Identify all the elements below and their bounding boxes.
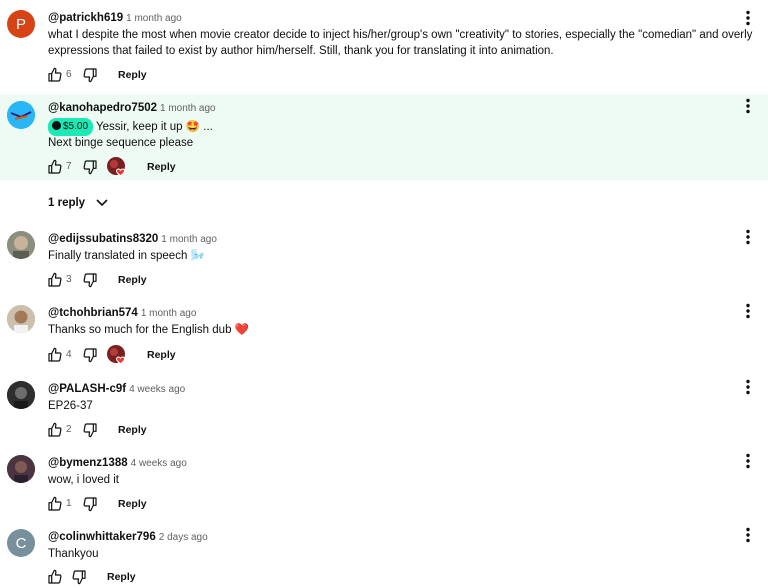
comment-author[interactable]: @PALASH-c9f (48, 383, 126, 395)
comment-text: Thanks so much for the English dub ❤️ (48, 324, 249, 336)
comment-header: @kanohapedro7502 1 month ago (48, 102, 216, 114)
more-options-icon[interactable] (743, 527, 753, 543)
comment-header: @patrickh619 1 month ago (48, 12, 182, 24)
comment-header: @PALASH-c9f 4 weeks ago (48, 383, 185, 395)
avatar[interactable] (7, 101, 35, 129)
like-icon[interactable] (47, 67, 63, 83)
reply-button[interactable]: Reply (147, 349, 176, 361)
comment-actions: 7 Reply (47, 159, 347, 175)
comment-thread: @edijssubatins8320 1 month ago Finally tr… (0, 228, 768, 298)
like-count: 4 (66, 349, 72, 360)
like-icon[interactable] (47, 422, 63, 438)
reply-button[interactable]: Reply (118, 69, 147, 81)
dislike-icon[interactable] (82, 422, 98, 438)
like-count: 7 (66, 161, 72, 172)
like-count: 1 (66, 498, 72, 509)
comment-thread-highlighted: @kanohapedro7502 1 month ago $5.00 Yessir,… (0, 94, 768, 180)
reply-button[interactable]: Reply (147, 161, 176, 173)
avatar[interactable] (7, 305, 35, 333)
like-icon[interactable] (47, 159, 63, 175)
avatar[interactable] (7, 455, 35, 483)
like-count: 3 (66, 274, 72, 285)
comment-author[interactable]: @colinwhittaker796 (48, 531, 156, 543)
more-options-icon[interactable] (743, 229, 753, 245)
creator-heart-icon (107, 345, 127, 365)
comment-actions: Reply (47, 569, 347, 585)
comment-actions: 6 Reply (47, 67, 347, 83)
more-options-icon[interactable] (743, 98, 753, 114)
comment-actions: 3 Reply (47, 272, 347, 288)
dislike-icon[interactable] (82, 272, 98, 288)
super-thanks-text: Yessir, keep it up 🤩 ... (96, 121, 213, 133)
comment-text: EP26-37 (48, 400, 93, 412)
comment-author[interactable]: @kanohapedro7502 (48, 102, 157, 114)
like-icon[interactable] (47, 347, 63, 363)
avatar-image (7, 305, 35, 333)
dislike-icon[interactable] (82, 496, 98, 512)
comment-text: wow, i loved it (48, 474, 119, 486)
reply-button[interactable]: Reply (118, 498, 147, 510)
like-count: 2 (66, 424, 72, 435)
comment-timestamp[interactable]: 1 month ago (126, 13, 182, 24)
super-thanks-icon (52, 121, 61, 130)
comment-header: @edijssubatins8320 1 month ago (48, 233, 217, 245)
comment-thread: C @colinwhittaker796 2 days ago Thankyou … (0, 526, 768, 588)
comment-text: $5.00 Yessir, keep it up 🤩 ... Next binge… (48, 118, 213, 151)
super-thanks-badge: $5.00 (48, 118, 94, 136)
like-icon[interactable] (47, 272, 63, 288)
like-icon[interactable] (47, 569, 63, 585)
view-replies-button[interactable]: 1 reply (48, 197, 109, 209)
comment-timestamp[interactable]: 4 weeks ago (129, 384, 185, 395)
comment-thread: @bymenz1388 4 weeks ago wow, i loved it 1… (0, 452, 768, 522)
comment-timestamp[interactable]: 1 month ago (160, 103, 216, 114)
more-options-icon[interactable] (743, 10, 753, 26)
comment-header: @bymenz1388 4 weeks ago (48, 457, 187, 469)
comment-thread: P @patrickh619 1 month ago what I despite… (0, 0, 768, 90)
comment-text: Thankyou (48, 548, 99, 560)
creator-heart-icon (107, 157, 127, 177)
comment-header: @tchohbrian574 1 month ago (48, 307, 196, 319)
comment-thread: @PALASH-c9f 4 weeks ago EP26-37 2 Reply (0, 378, 768, 448)
comment-timestamp[interactable]: 1 month ago (141, 308, 197, 319)
avatar-image (7, 455, 35, 483)
dislike-icon[interactable] (71, 569, 87, 585)
reply-button[interactable]: Reply (118, 274, 147, 286)
comment-author[interactable]: @bymenz1388 (48, 457, 128, 469)
avatar-image (7, 381, 35, 409)
comment-actions: 4 Reply (47, 347, 347, 363)
dislike-icon[interactable] (82, 67, 98, 83)
comment-actions: 2 Reply (47, 422, 347, 438)
comment-author[interactable]: @tchohbrian574 (48, 307, 138, 319)
avatar[interactable]: C (7, 529, 35, 557)
comment-header: @colinwhittaker796 2 days ago (48, 531, 208, 543)
reply-button[interactable]: Reply (118, 424, 147, 436)
comment-thread: @tchohbrian574 1 month ago Thanks so much… (0, 302, 768, 372)
dislike-icon[interactable] (82, 159, 98, 175)
dislike-icon[interactable] (82, 347, 98, 363)
more-options-icon[interactable] (743, 303, 753, 319)
like-count: 6 (66, 69, 72, 80)
reply-button[interactable]: Reply (107, 571, 136, 583)
avatar[interactable] (7, 231, 35, 259)
comment-timestamp[interactable]: 4 weeks ago (131, 458, 187, 469)
avatar-image (7, 101, 35, 129)
comment-author[interactable]: @patrickh619 (48, 12, 123, 24)
chevron-down-icon (96, 199, 108, 207)
more-options-icon[interactable] (743, 379, 753, 395)
comment-author[interactable]: @edijssubatins8320 (48, 233, 158, 245)
comment-timestamp[interactable]: 1 month ago (161, 234, 217, 245)
more-options-icon[interactable] (743, 453, 753, 469)
avatar[interactable]: P (7, 10, 35, 38)
comment-text: Finally translated in speech 🌬️ (48, 250, 205, 262)
comment-text: what I despite the most when movie creat… (48, 29, 753, 57)
avatar[interactable] (7, 381, 35, 409)
comment-actions: 1 Reply (47, 496, 347, 512)
avatar-image (7, 231, 35, 259)
like-icon[interactable] (47, 496, 63, 512)
comment-timestamp[interactable]: 2 days ago (159, 532, 208, 543)
